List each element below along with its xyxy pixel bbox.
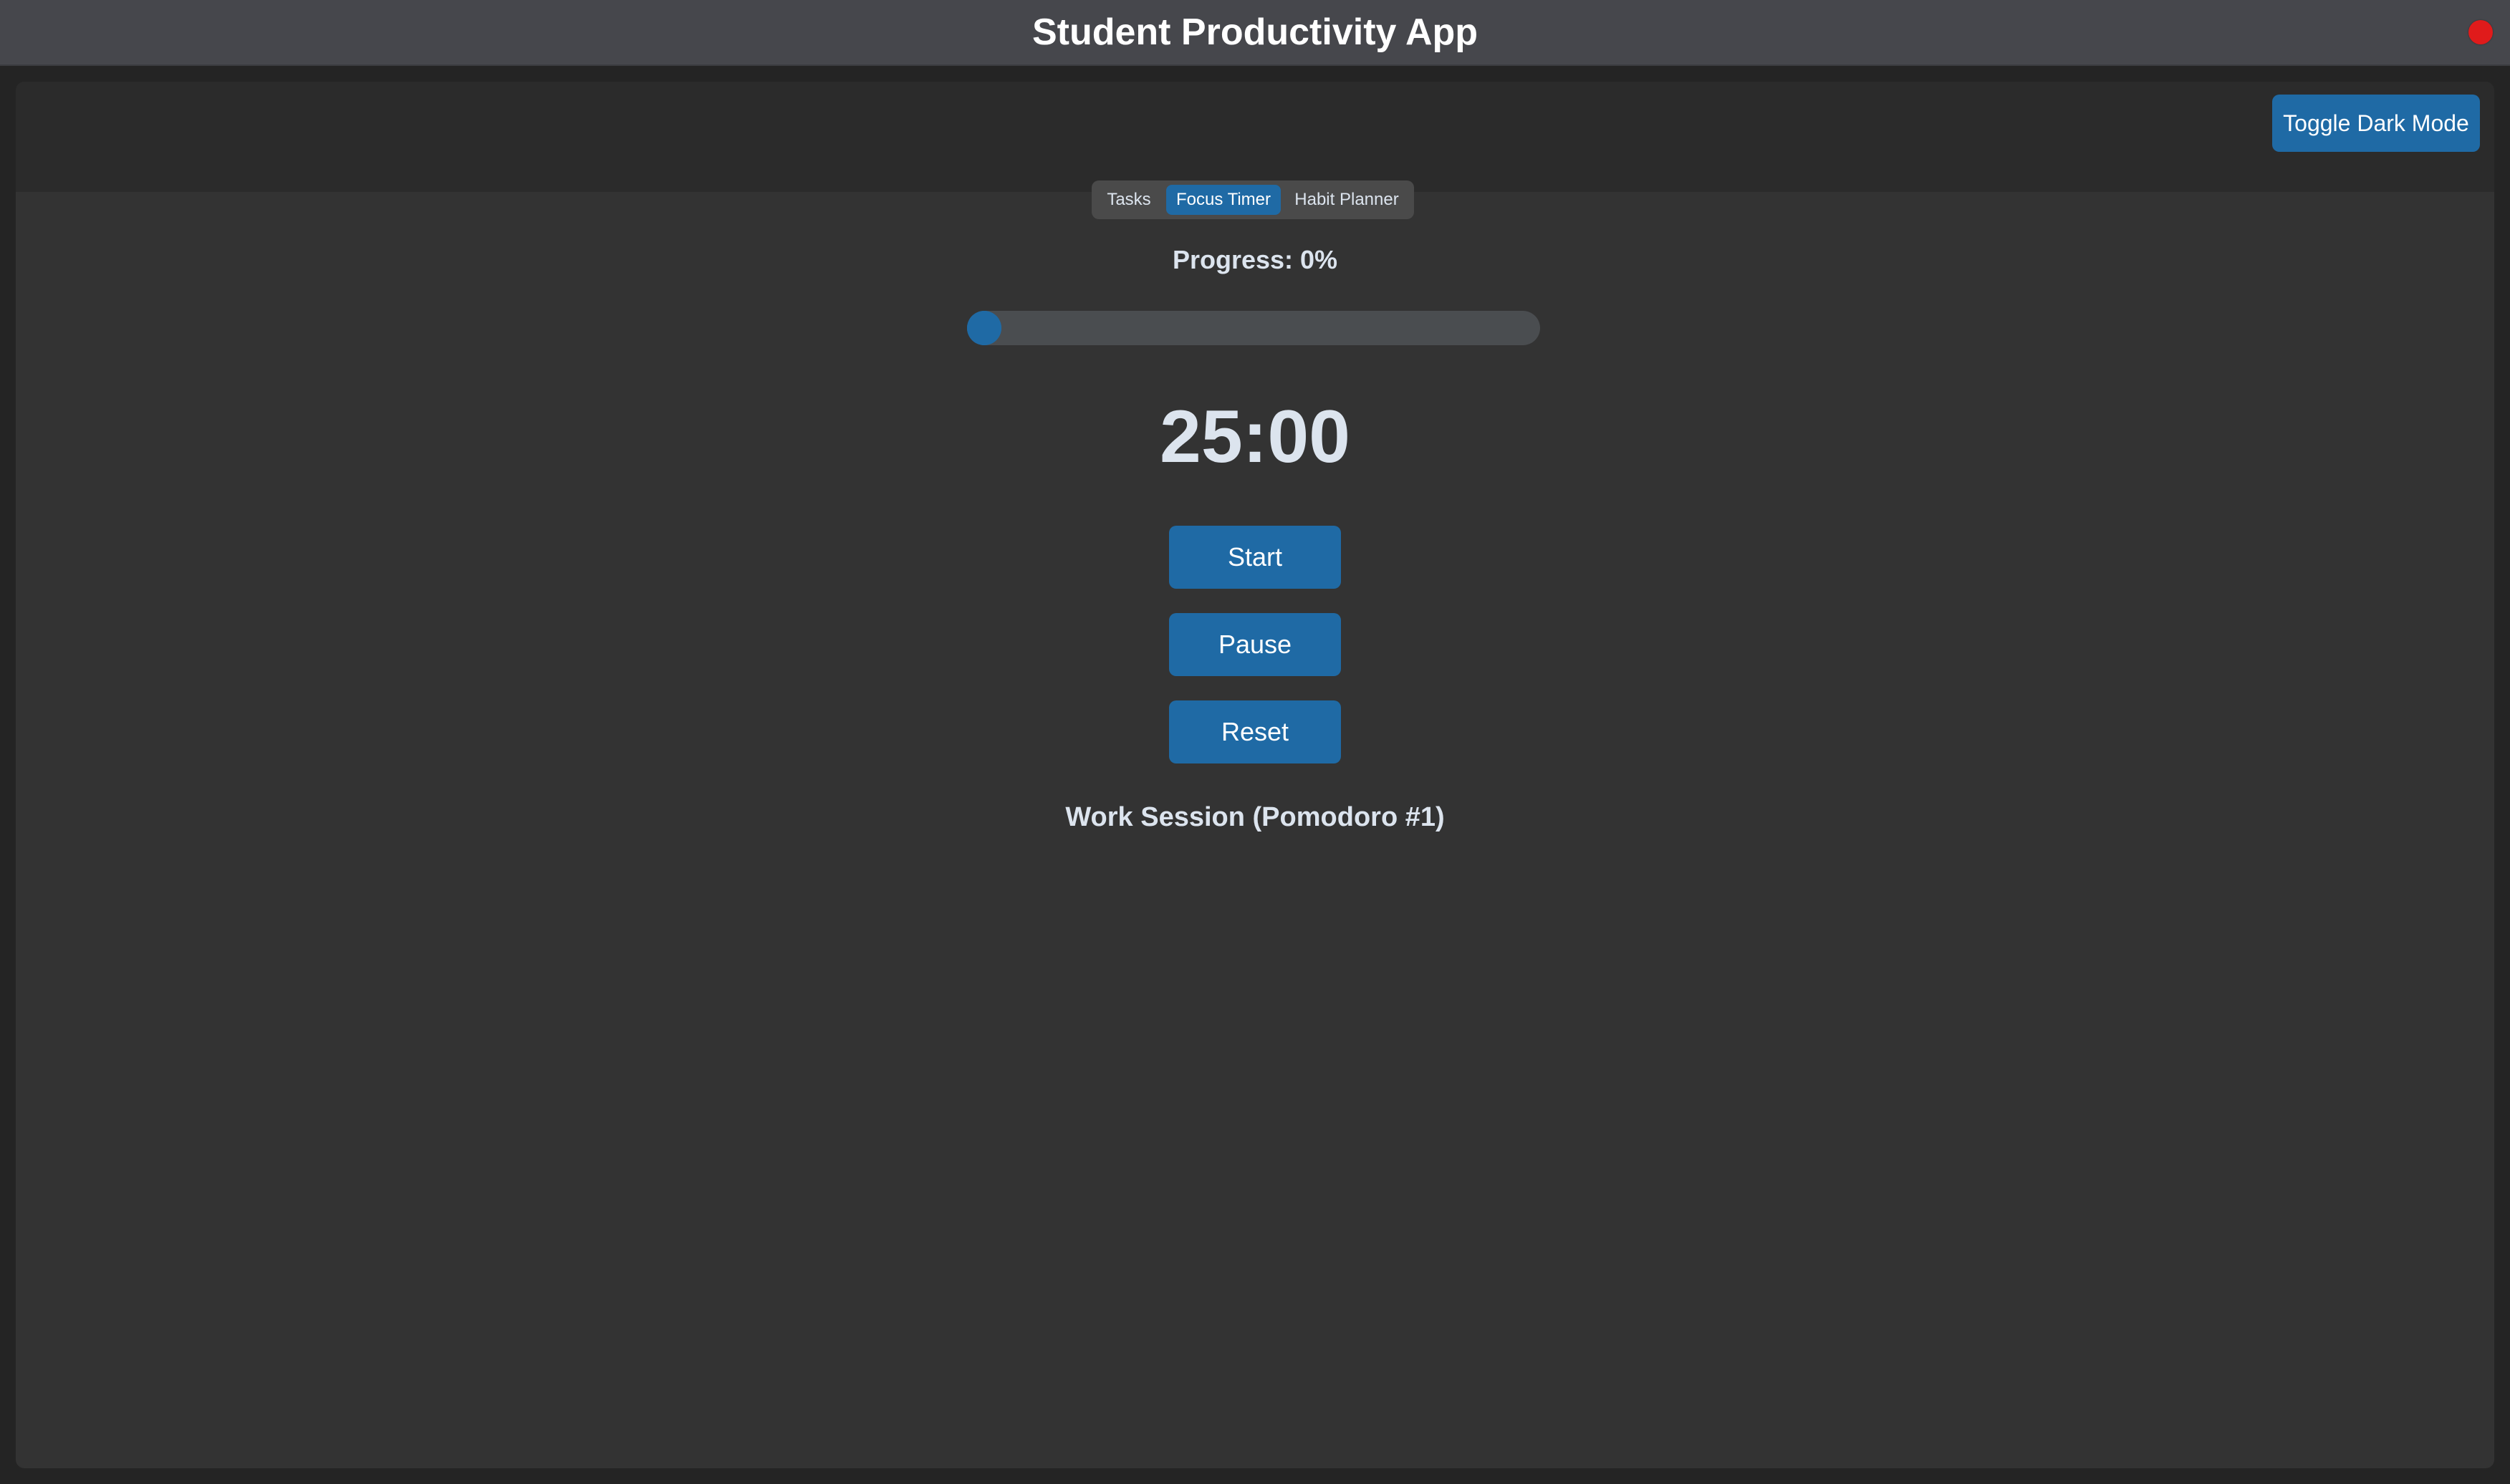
progress-slider[interactable] <box>967 311 1540 345</box>
titlebar: Student Productivity App <box>0 0 2510 66</box>
app-window: Student Productivity App Toggle Dark Mod… <box>0 0 2510 1484</box>
header-bar: Toggle Dark Mode <box>16 82 2494 193</box>
pause-button[interactable]: Pause <box>1169 613 1341 676</box>
tab-bar: Tasks Focus Timer Habit Planner <box>1092 180 1414 219</box>
start-button[interactable]: Start <box>1169 526 1341 589</box>
tabview-content: Tasks Focus Timer Habit Planner Progress… <box>16 180 2494 1468</box>
tab-habit-planner[interactable]: Habit Planner <box>1285 185 1408 215</box>
progress-label: Progress: 0% <box>1172 245 1338 274</box>
tab-tasks[interactable]: Tasks <box>1096 185 1162 215</box>
close-dot-icon[interactable] <box>2468 20 2493 44</box>
progress-slider-handle[interactable] <box>967 311 1001 345</box>
session-label: Work Session (Pomodoro #1) <box>1065 802 1445 832</box>
window-title: Student Productivity App <box>1032 11 1478 53</box>
toggle-dark-mode-button[interactable]: Toggle Dark Mode <box>2272 95 2480 152</box>
tab-focus-timer[interactable]: Focus Timer <box>1166 185 1281 215</box>
reset-button[interactable]: Reset <box>1169 700 1341 763</box>
timer-display: 25:00 <box>1160 395 1350 478</box>
